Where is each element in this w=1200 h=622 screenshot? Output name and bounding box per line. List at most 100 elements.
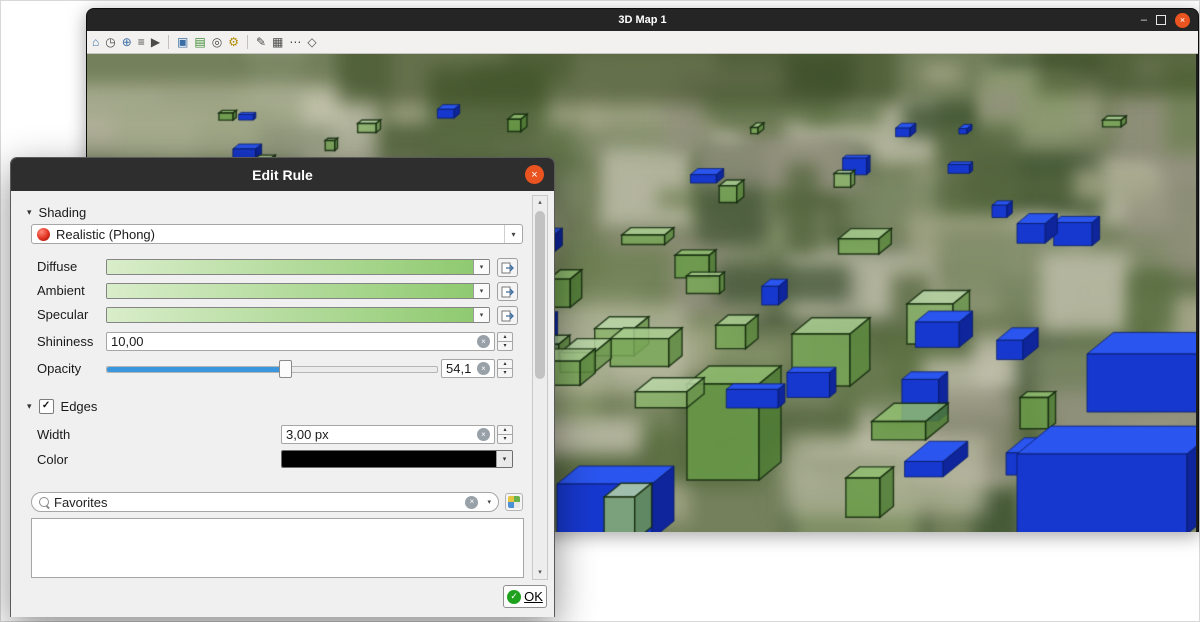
chevron-down-icon: ▾ bbox=[504, 225, 522, 243]
collapse-arrow-icon: ▾ bbox=[27, 207, 32, 218]
save-icon[interactable]: ▣ bbox=[177, 35, 188, 49]
color-ramp-gradient bbox=[107, 308, 473, 322]
spin-up-icon[interactable]: ▴ bbox=[497, 359, 513, 368]
diamond-icon[interactable]: ◇ bbox=[307, 35, 316, 49]
ambient-color-ramp[interactable]: ▾ bbox=[106, 283, 490, 299]
phong-sphere-icon bbox=[37, 228, 50, 241]
edge-width-input[interactable]: 3,00 px × bbox=[281, 425, 495, 444]
style-manager-button[interactable] bbox=[505, 493, 523, 511]
diffuse-label: Diffuse bbox=[37, 258, 77, 275]
grid-icon[interactable]: ▦ bbox=[272, 35, 283, 49]
minimize-icon[interactable]: – bbox=[1141, 15, 1147, 25]
color-ramp-gradient bbox=[107, 284, 473, 298]
dialog-scrollbar[interactable]: ▴ ▾ bbox=[532, 195, 548, 580]
ok-check-icon: ✓ bbox=[507, 590, 521, 604]
map-window-titlebar[interactable]: 3D Map 1 – × bbox=[87, 9, 1198, 31]
chevron-down-icon: ▾ bbox=[480, 287, 484, 295]
data-defined-override-icon bbox=[501, 309, 515, 323]
shininess-input[interactable]: 10,00 × bbox=[106, 332, 495, 351]
clear-icon[interactable]: × bbox=[477, 428, 490, 441]
edge-width-value: 3,00 px bbox=[286, 427, 477, 442]
toolbar-separator bbox=[168, 35, 169, 49]
color-dropdown-button[interactable]: ▾ bbox=[496, 451, 512, 467]
target-icon[interactable]: ◎ bbox=[212, 35, 222, 49]
ramp-dropdown-button[interactable]: ▾ bbox=[473, 284, 489, 298]
opacity-slider-fill bbox=[107, 367, 285, 372]
edges-section-header[interactable]: ▾ ✓ Edges bbox=[27, 397, 97, 415]
check-icon: ✓ bbox=[42, 401, 50, 411]
clear-icon[interactable]: × bbox=[465, 496, 478, 509]
maximize-icon[interactable] bbox=[1156, 15, 1166, 25]
edges-section-label: Edges bbox=[61, 399, 98, 414]
spin-up-icon[interactable]: ▴ bbox=[497, 332, 513, 341]
chevron-down-icon: ▾ bbox=[480, 311, 484, 319]
close-button[interactable]: × bbox=[525, 165, 544, 184]
shading-section-header[interactable]: ▾ Shading bbox=[27, 203, 86, 221]
home-icon[interactable]: ⌂ bbox=[92, 35, 99, 49]
scrollbar-thumb[interactable] bbox=[535, 211, 545, 379]
spin-down-icon[interactable]: ▾ bbox=[497, 434, 513, 444]
zoom-in-icon[interactable]: ⊕ bbox=[122, 35, 132, 49]
toolbar-separator bbox=[247, 35, 248, 49]
opacity-spinner[interactable]: ▴ ▾ bbox=[497, 359, 513, 378]
edge-width-label: Width bbox=[37, 426, 70, 443]
chevron-down-icon: ▾ bbox=[503, 455, 507, 463]
animation-clock-icon[interactable]: ◷ bbox=[105, 35, 115, 49]
shading-section-label: Shading bbox=[39, 205, 87, 220]
spin-down-icon[interactable]: ▾ bbox=[497, 341, 513, 351]
symbols-list[interactable] bbox=[31, 518, 524, 578]
edges-checkbox[interactable]: ✓ bbox=[39, 399, 54, 414]
ambient-label: Ambient bbox=[37, 282, 85, 299]
ok-button[interactable]: ✓ OK bbox=[503, 585, 547, 608]
clear-icon[interactable]: × bbox=[477, 362, 490, 375]
diffuse-color-ramp[interactable]: ▾ bbox=[106, 259, 490, 275]
shading-type-value: Realistic (Phong) bbox=[56, 227, 504, 242]
shading-type-select[interactable]: Realistic (Phong) ▾ bbox=[31, 224, 523, 244]
dialog-title: Edit Rule bbox=[252, 167, 313, 183]
settings-gear-icon[interactable]: ⚙ bbox=[228, 35, 239, 49]
ambient-data-defined-button[interactable] bbox=[497, 282, 518, 301]
edge-width-spinner[interactable]: ▴ ▾ bbox=[497, 425, 513, 444]
layers-icon[interactable]: ▤ bbox=[194, 35, 205, 49]
close-icon: × bbox=[531, 169, 537, 181]
map-window-title: 3D Map 1 bbox=[618, 14, 666, 26]
opacity-slider[interactable] bbox=[106, 359, 438, 377]
spin-up-icon[interactable]: ▴ bbox=[497, 425, 513, 434]
edge-color-button[interactable]: ▾ bbox=[281, 450, 513, 468]
play-icon[interactable]: ▶ bbox=[151, 35, 160, 49]
measure-line-icon[interactable]: ≡ bbox=[138, 35, 145, 49]
chevron-down-icon: ▾ bbox=[480, 263, 484, 271]
edge-color-label: Color bbox=[37, 451, 68, 468]
edge-color-swatch bbox=[282, 451, 496, 467]
window-controls: – × bbox=[1141, 9, 1190, 31]
collapse-arrow-icon: ▾ bbox=[27, 401, 32, 412]
scroll-up-icon[interactable]: ▴ bbox=[533, 196, 547, 209]
ramp-dropdown-button[interactable]: ▾ bbox=[473, 260, 489, 274]
data-defined-override-icon bbox=[501, 285, 515, 299]
opacity-input[interactable]: 54,1 × bbox=[441, 359, 495, 378]
shininess-value: 10,00 bbox=[111, 334, 477, 349]
favorites-search-field[interactable]: Favorites × ▾ bbox=[31, 492, 499, 512]
specular-data-defined-button[interactable] bbox=[497, 306, 518, 325]
slider-track bbox=[106, 366, 438, 373]
data-defined-override-icon bbox=[501, 261, 515, 275]
search-icon bbox=[39, 497, 49, 507]
more-options-icon[interactable]: ⋯ bbox=[289, 35, 301, 49]
chevron-down-icon[interactable]: ▾ bbox=[483, 498, 491, 506]
shininess-spinner[interactable]: ▴ ▾ bbox=[497, 332, 513, 351]
scroll-down-icon[interactable]: ▾ bbox=[533, 566, 547, 579]
diffuse-data-defined-button[interactable] bbox=[497, 258, 518, 277]
dialog-titlebar[interactable]: Edit Rule × bbox=[11, 158, 554, 191]
specular-color-ramp[interactable]: ▾ bbox=[106, 307, 490, 323]
color-ramp-gradient bbox=[107, 260, 473, 274]
ramp-dropdown-button[interactable]: ▾ bbox=[473, 308, 489, 322]
opacity-slider-handle[interactable] bbox=[279, 360, 292, 378]
shininess-label: Shininess bbox=[37, 333, 93, 350]
edit-pencil-icon[interactable]: ✎ bbox=[256, 35, 266, 49]
spin-down-icon[interactable]: ▾ bbox=[497, 368, 513, 378]
clear-icon[interactable]: × bbox=[477, 335, 490, 348]
close-icon[interactable]: × bbox=[1175, 13, 1190, 28]
style-manager-icon bbox=[508, 496, 520, 508]
edit-rule-dialog: Edit Rule × ▾ Shading Realistic (Phong) … bbox=[10, 157, 555, 617]
edit-rule-body: ▾ Shading Realistic (Phong) ▾ Diffuse ▾ … bbox=[11, 191, 554, 617]
